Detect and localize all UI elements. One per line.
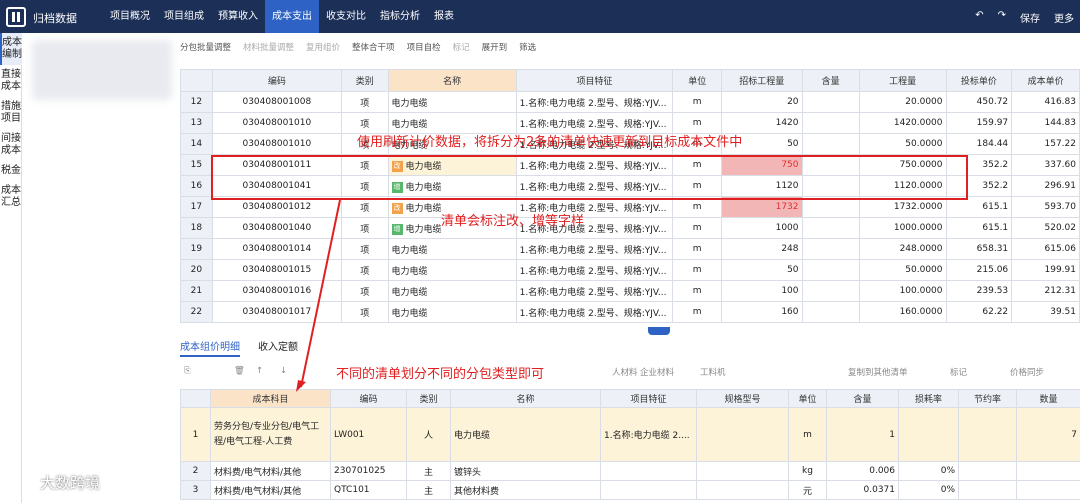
annotation-arrow (296, 199, 341, 392)
watermark: 大数跨境 (40, 474, 101, 492)
